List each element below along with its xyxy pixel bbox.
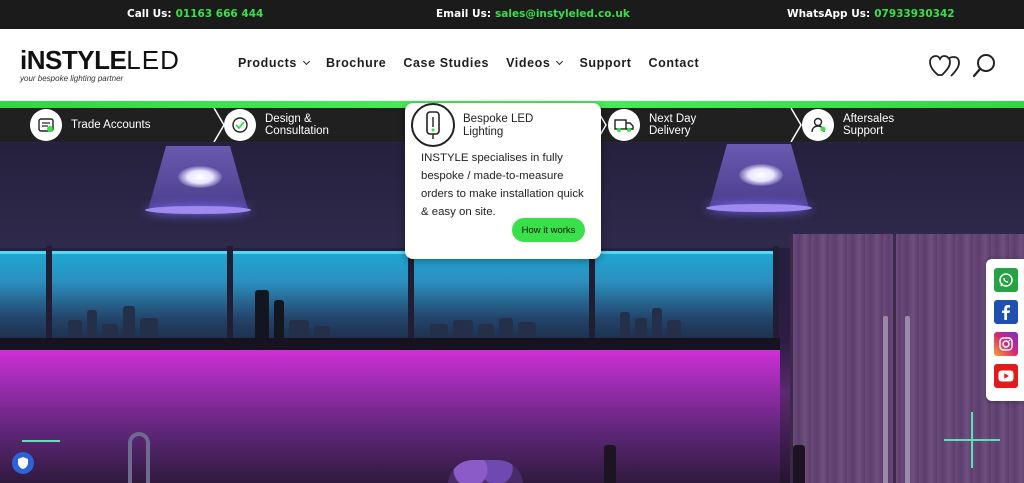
nav-brochure-label: Brochure bbox=[325, 56, 387, 70]
shelf-objects bbox=[68, 293, 158, 338]
whatsapp-us-number[interactable]: 07933930342 bbox=[874, 8, 954, 20]
logo-wordmark: iNSTYLELED bbox=[20, 47, 200, 73]
popup-title: Bespoke LED Lighting bbox=[463, 113, 534, 138]
feature-aftersales-support-label: Aftersales Support bbox=[843, 113, 895, 137]
facebook-icon[interactable] bbox=[994, 300, 1018, 324]
flower-vase bbox=[448, 460, 523, 483]
nav-support-label: Support bbox=[579, 56, 632, 70]
bottle bbox=[604, 445, 616, 483]
whatsapp-icon[interactable] bbox=[994, 268, 1018, 292]
search-icon[interactable] bbox=[968, 51, 1000, 81]
nav-videos[interactable]: Videos bbox=[506, 56, 564, 70]
instagram-icon[interactable] bbox=[994, 332, 1018, 356]
shelf-post bbox=[773, 246, 779, 346]
nav-support[interactable]: Support bbox=[579, 56, 631, 70]
feature-popup-bespoke-lighting[interactable]: Bespoke LED Lighting INSTYLE specialises… bbox=[405, 103, 601, 259]
logo-brand-led: LED bbox=[126, 45, 180, 75]
pendant-lamp bbox=[145, 146, 251, 216]
backsplash-glow bbox=[0, 350, 780, 483]
nav-products[interactable]: Products bbox=[238, 56, 311, 70]
call-us-number[interactable]: 01163 666 444 bbox=[176, 8, 264, 20]
nav-videos-label: Videos bbox=[506, 56, 551, 70]
ribbon-separator bbox=[790, 108, 802, 142]
shelf-objects bbox=[430, 293, 536, 338]
feature-trade-accounts-label: Trade Accounts bbox=[71, 119, 151, 131]
logo-tagline: your bespoke lighting partner bbox=[20, 74, 124, 83]
nav-brochure[interactable]: Brochure bbox=[326, 56, 386, 70]
feature-trade-accounts[interactable]: Trade Accounts bbox=[30, 108, 150, 142]
main-nav: Products Brochure Case Studies Videos Su… bbox=[238, 56, 716, 70]
feature-next-day-delivery[interactable]: Next Day Delivery bbox=[608, 108, 696, 142]
logo-brand-main: iNSTYLE bbox=[20, 45, 127, 75]
nav-contact[interactable]: Contact bbox=[649, 56, 700, 70]
shelf-board bbox=[0, 338, 780, 350]
contact-bar: Call Us: 01163 666 444 Email Us: sales@ins… bbox=[0, 0, 1024, 29]
design-consultation-icon bbox=[224, 109, 256, 141]
aftersales-support-icon bbox=[802, 109, 834, 141]
shelf-objects bbox=[255, 290, 330, 338]
feature-design-consultation-label: Design & Consultation bbox=[265, 113, 329, 137]
email-us-label: Email Us: bbox=[436, 8, 492, 20]
site-header: iNSTYLELED your bespoke lighting partner… bbox=[0, 29, 1024, 101]
trade-accounts-icon bbox=[30, 109, 62, 141]
call-us-label: Call Us: bbox=[127, 8, 172, 20]
feature-aftersales-support[interactable]: Aftersales Support bbox=[802, 108, 894, 142]
delivery-van-icon bbox=[608, 109, 640, 141]
chevron-down-icon bbox=[302, 57, 311, 66]
bespoke-lighting-icon bbox=[411, 103, 455, 147]
shelf-objects bbox=[620, 293, 681, 338]
expand-plus-icon[interactable] bbox=[944, 412, 1000, 468]
pendant-lamp bbox=[706, 144, 812, 214]
email-us-address[interactable]: sales@instyleled.co.uk bbox=[495, 8, 630, 20]
popup-description: INSTYLE specialises in fully bespoke / m… bbox=[421, 152, 584, 218]
call-us[interactable]: Call Us: 01163 666 444 bbox=[127, 8, 263, 20]
nav-case-studies-label: Case Studies bbox=[403, 56, 490, 70]
privacy-shield-icon[interactable] bbox=[12, 452, 34, 474]
shelf-post bbox=[227, 246, 233, 346]
header-icons bbox=[928, 51, 1000, 81]
chevron-down-icon bbox=[556, 57, 564, 66]
nav-case-studies[interactable]: Case Studies bbox=[403, 56, 489, 70]
slider-indicator[interactable] bbox=[22, 440, 60, 442]
feature-next-day-delivery-label: Next Day Delivery bbox=[649, 113, 697, 137]
favourites-icon[interactable] bbox=[928, 51, 960, 81]
shelf-post bbox=[589, 246, 595, 346]
whatsapp-us-label: WhatsApp Us: bbox=[787, 8, 871, 20]
shelf-post bbox=[408, 246, 414, 346]
site-logo[interactable]: iNSTYLELED your bespoke lighting partner bbox=[20, 47, 200, 87]
whatsapp-us[interactable]: WhatsApp Us: 07933930342 bbox=[787, 8, 955, 20]
kitchen-tap bbox=[128, 432, 150, 483]
social-sidebar bbox=[986, 259, 1024, 401]
nav-products-label: Products bbox=[238, 56, 297, 70]
how-it-works-button[interactable]: How it works bbox=[512, 218, 585, 242]
bottle bbox=[793, 445, 805, 483]
youtube-icon[interactable] bbox=[994, 364, 1018, 388]
shelf-glow bbox=[0, 251, 46, 346]
nav-contact-label: Contact bbox=[648, 56, 700, 70]
shelf-post bbox=[46, 246, 52, 346]
feature-design-consultation[interactable]: Design & Consultation bbox=[224, 108, 329, 142]
email-us[interactable]: Email Us: sales@instyleled.co.uk bbox=[436, 8, 630, 20]
